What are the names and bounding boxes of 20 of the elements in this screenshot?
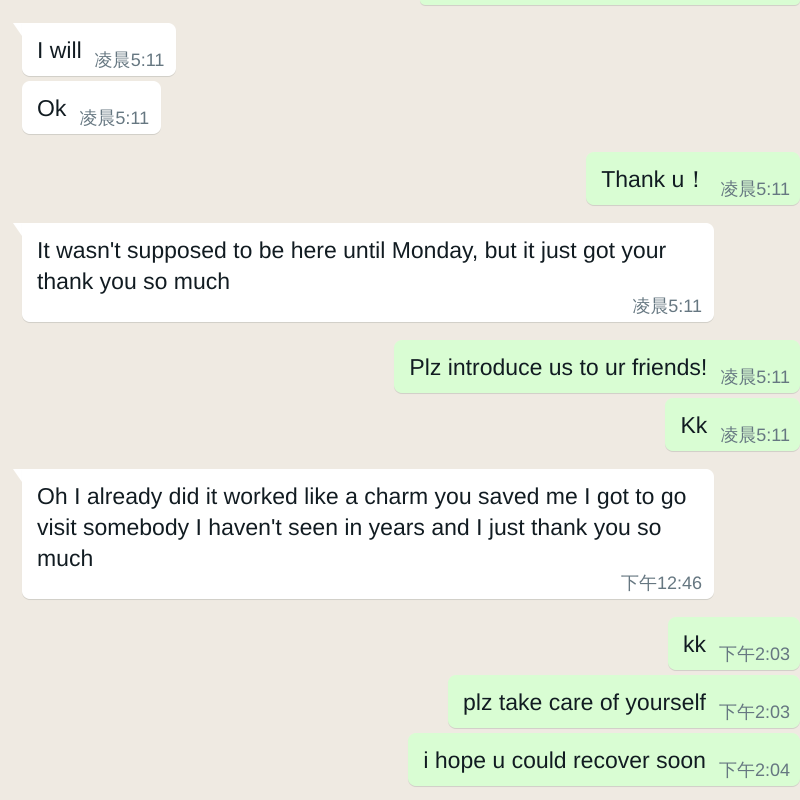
- message-time: 凌晨5:11: [94, 51, 164, 69]
- message-text: It wasn't supposed to be here until Monday, but it just got your thank you so much: [37, 236, 668, 296]
- message-text: Oh I already did it worked like a charm you saved me I got to go visit somebody I haven't seen in years and I just thank you so much: [37, 482, 688, 573]
- message-text: i hope u could recover soon: [423, 746, 706, 775]
- message-time: 凌晨5:11: [720, 368, 790, 386]
- message-time: 下午2:04: [718, 761, 790, 779]
- message-text: Plz introduce us to ur friends!: [409, 353, 708, 382]
- message-time: 凌晨5:11: [720, 426, 790, 444]
- message-text: plz take care of yourself: [463, 688, 706, 717]
- message-time: 凌晨5:11: [632, 297, 702, 315]
- message-text: Kk: [680, 411, 708, 440]
- message-time: 下午2:03: [718, 703, 790, 721]
- message-time: 凌晨5:11: [720, 180, 790, 198]
- message-text: Thank u！: [601, 165, 708, 194]
- message-text: Ok: [37, 94, 66, 123]
- message-text: I will: [37, 36, 82, 65]
- message-time: 下午2:03: [718, 645, 790, 663]
- message-time: 下午12:46: [620, 574, 702, 592]
- message-time: 凌晨5:11: [79, 109, 150, 127]
- message-text: kk: [682, 630, 706, 659]
